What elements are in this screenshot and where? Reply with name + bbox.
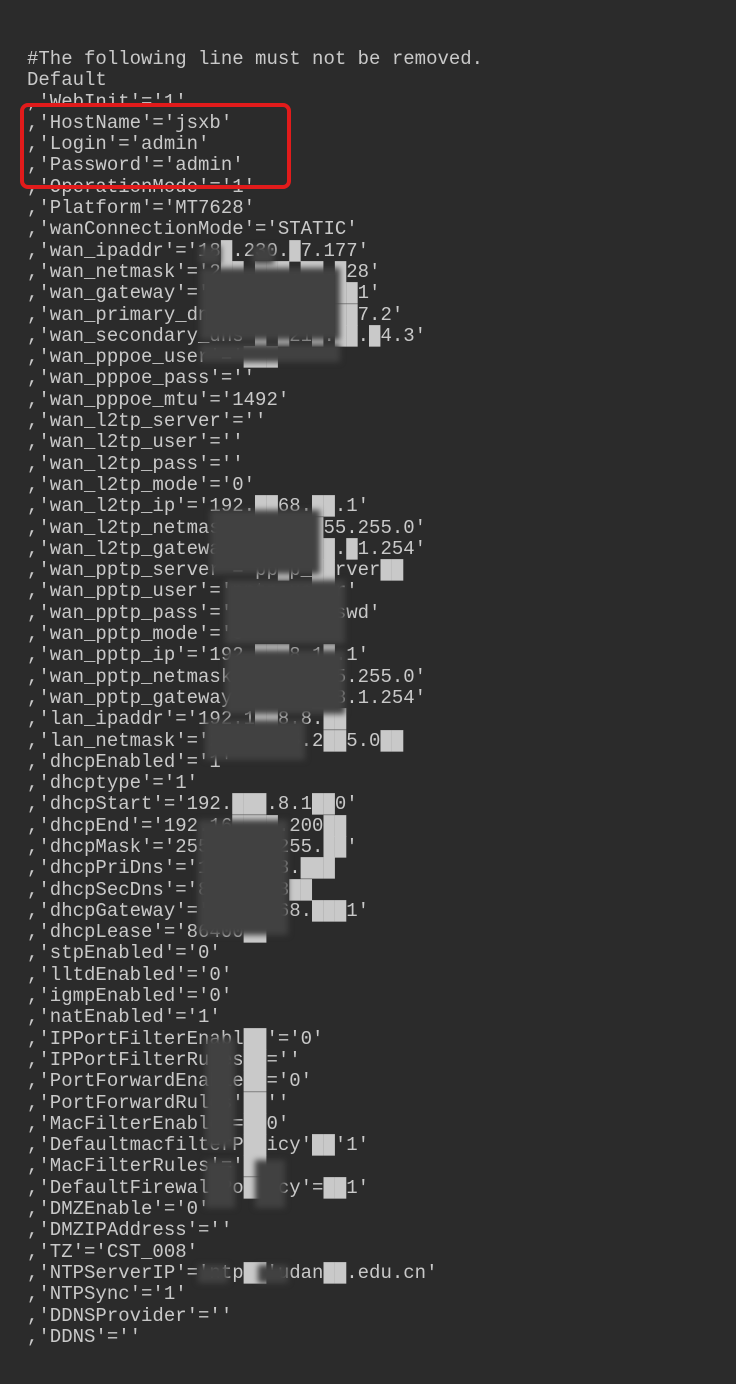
code-line: ,'DDNSProvider'='' (27, 1305, 232, 1327)
code-line: ,'wan_primary_dns'='█1█.██.██7.2' (27, 304, 403, 326)
code-line: ,'igmpEnabled'='0' (27, 985, 232, 1007)
code-line: ,'wan_ipaddr'='18█.230.█7.177' (27, 240, 369, 262)
code-line: ,'wan_l2tp_netmask'='2██.█55.255.0' (27, 517, 426, 539)
config-text: #The following line must not be removed.… (27, 49, 483, 1348)
code-line: ,'Platform'='MT7628' (27, 197, 255, 219)
code-line: ,'IPPortFilterRules██='' (27, 1049, 301, 1071)
code-line: ,'dhcpGateway'='192██168.███1' (27, 900, 369, 922)
code-line: ,'wan_pptp_pass'='ppt█_pa██swd' (27, 602, 380, 624)
code-line: ,'WebInit'='1' (27, 91, 187, 113)
code-line: ,'wan_pptp_user'='pptp_us██r' (27, 580, 358, 602)
code-line: ,'wan_l2tp_mode'='0' (27, 474, 255, 496)
code-line: Default (27, 69, 107, 91)
code-line: #The following line must not be removed. (27, 48, 483, 70)
code-line: ,'DMZEnable'='0' (27, 1198, 209, 1220)
code-line: ,'DefaultFirewallPo███cy'=██1' (27, 1177, 369, 1199)
code-line: ,'NTPServerIP'='ntp██'udan██.edu.cn' (27, 1262, 437, 1284)
code-line: ,'wan_netmask'='2██.███.██.█28' (27, 261, 380, 283)
code-line: ,'dhcpEnabled'='1' (27, 751, 232, 773)
code-line: ,'wan_pppoe_user'='███ (27, 346, 278, 368)
code-line: ,'DDNS'='' (27, 1326, 141, 1348)
code-line: ,'dhcpStart'='192.███.8.1██0' (27, 793, 358, 815)
code-line: ,'MacFilterEnable'=██0' (27, 1113, 289, 1135)
code-line: ,'wan_l2tp_user'='' (27, 431, 244, 453)
code-line: ,'wan_l2tp_ip'='192.██68.██.1' (27, 495, 369, 517)
code-line: ,'wan_pptp_server'='pp█p_██rver██ (27, 559, 403, 581)
code-line: ,'lan_ipaddr'='192.1██8.8.██ (27, 708, 346, 730)
code-line: ,'NTPSync'='1' (27, 1283, 187, 1305)
code-line: ,'TZ'='CST_008' (27, 1241, 198, 1263)
code-line: ,'MacFilterRules'='██ (27, 1155, 266, 1177)
code-line: ,'dhcpSecDns'='8.8.██.8██ (27, 879, 312, 901)
code-line: ,'wan_secondary_dns'█'█21█.██.█4.3' (27, 325, 426, 347)
code-line: ,'Password'='admin' (27, 154, 244, 176)
code-line: ,'DefaultmacfilterP██icy'██'1' (27, 1134, 369, 1156)
code-line: ,'wan_pptp_ip'='192.███8.1█.1' (27, 644, 369, 666)
code-line: ,'Login'='admin' (27, 133, 209, 155)
code-line: ,'wan_pptp_netmask'=█2██.█55.255.0' (27, 666, 426, 688)
code-line: ,'lltdEnabled'='0' (27, 964, 232, 986)
code-line: ,'wan_l2tp_server'='' (27, 410, 266, 432)
code-line: ,'wan_pppoe_pass'='' (27, 367, 255, 389)
code-line: ,'dhcpEnd'='192.16████.200██ (27, 815, 346, 837)
code-line: ,'wan_pptp_mode'='0' (27, 623, 255, 645)
code-line: ,'wan_l2tp_pass'='' (27, 453, 244, 475)
code-line: ,'wanConnectionMode'='STATIC' (27, 218, 358, 240)
code-line: ,'wan_l2tp_gateway'='1██.██.█1.254' (27, 538, 426, 560)
code-line: ,'natEnabled'='1' (27, 1006, 221, 1028)
code-line: ,'DMZIPAddress'='' (27, 1219, 232, 1241)
code-line: ,'wan_pptp_gateway'=█192.██8.1.254' (27, 687, 426, 709)
code-line: ,'PortForwardRules'██'' (27, 1092, 289, 1114)
code-line: ,'dhcpLease'='86400██ (27, 921, 266, 943)
code-line: ,'wan_pppoe_mtu'='1492' (27, 389, 289, 411)
code-line: ,'dhcpMask'='255.25██.255.██' (27, 836, 358, 858)
code-line: ,'dhcpPriDns'='192.██.8.███ (27, 857, 335, 879)
code-line: ,'OperationMode'='1' (27, 176, 255, 198)
code-line: ,'stpEnabled'='0' (27, 942, 221, 964)
code-line: ,'HostName'='jsxb' (27, 112, 232, 134)
code-line: ,'PortForwardEnable██='0' (27, 1070, 312, 1092)
code-line: ,'wan_gateway'='183.██.███.██1' (27, 282, 380, 304)
code-line: ,'dhcptype'='1' (27, 772, 198, 794)
code-line: ,'lan_netmask'='255.██55.2██5.0██ (27, 730, 403, 752)
code-line: ,'IPPortFilterEnabl██'='0' (27, 1028, 323, 1050)
